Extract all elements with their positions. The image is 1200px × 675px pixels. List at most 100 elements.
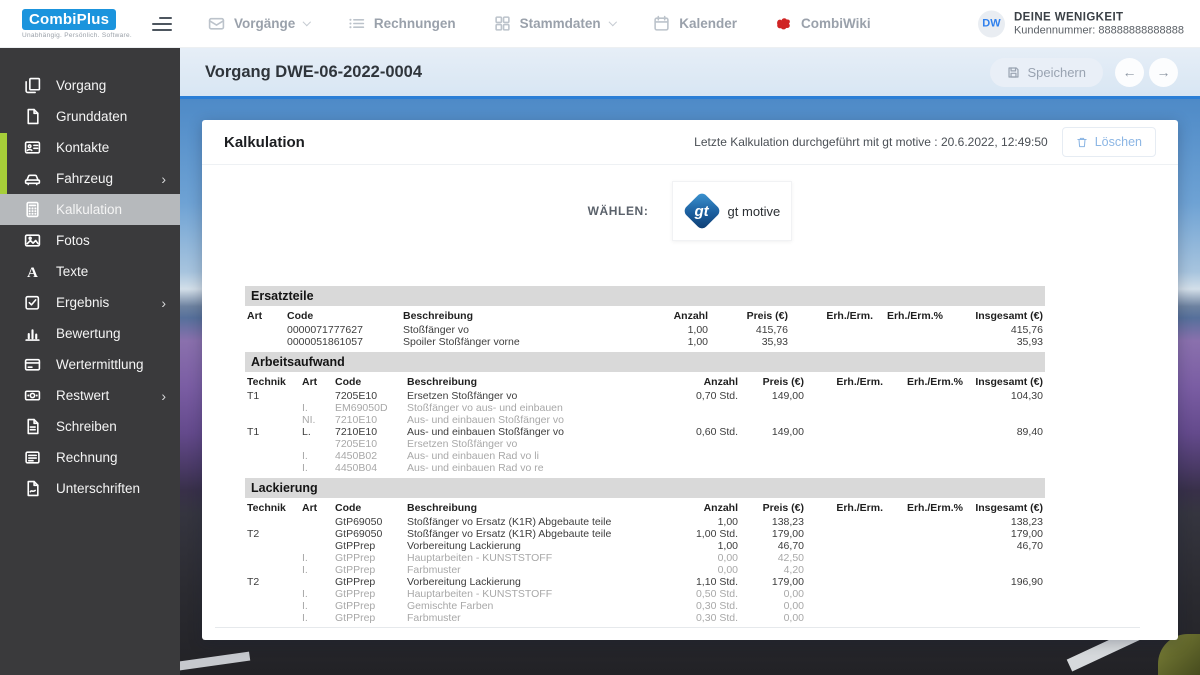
sidebar-item-label: Rechnung: [56, 450, 118, 465]
top-navbar: CombiPlus Unabhängig. Persönlich. Softwa…: [0, 0, 1200, 48]
table-cell: Stoßfänger vo Ersatz (K1R) Abgebaute tei…: [405, 528, 655, 540]
sidebar-item-kontakte[interactable]: Kontakte: [0, 132, 180, 163]
table-row: T17205E10Ersetzen Stoßfänger vo0,70 Std.…: [245, 390, 1045, 402]
user-menu[interactable]: DW DEINE WENIGKEIT Kundennummer: 8888888…: [978, 10, 1184, 37]
nav-item-kalender[interactable]: Kalender: [653, 15, 737, 32]
table-cell: [885, 450, 965, 462]
table-cell: [655, 402, 740, 414]
table-cell: 1,00: [655, 336, 710, 348]
panel-header: Kalkulation Letzte Kalkulation durchgefü…: [202, 120, 1178, 165]
nav-item-label: CombiWiki: [801, 16, 871, 31]
sidebar-item-fahrzeug[interactable]: Fahrzeug›: [0, 163, 180, 194]
nav-item-vorg-nge[interactable]: Vorgänge: [208, 15, 310, 32]
nav-item-label: Stammdaten: [520, 16, 601, 31]
sidebar-item-label: Kontakte: [56, 140, 109, 155]
table-cell: [655, 414, 740, 426]
menu-toggle-icon[interactable]: [152, 17, 172, 31]
table-cell: GtP69050: [333, 528, 405, 540]
nav-item-rechnungen[interactable]: Rechnungen: [348, 15, 456, 32]
column-header: Erh./Erm.%: [875, 309, 945, 324]
table-cell: [875, 324, 945, 336]
table-cell: [300, 576, 333, 588]
table-cell: [806, 528, 885, 540]
column-header: Art: [300, 501, 333, 516]
table-cell: [806, 414, 885, 426]
table-cell: Stoßfänger vo: [401, 324, 655, 336]
table-cell: [806, 588, 885, 600]
table-cell: [245, 600, 300, 612]
table-cell: 0,00: [740, 600, 806, 612]
table-cell: I.: [300, 588, 333, 600]
sidebar-item-kalkulation[interactable]: Kalkulation: [0, 194, 180, 225]
table-cell: [965, 588, 1045, 600]
table-cell: 1,10 Std.: [655, 576, 740, 588]
table-cell: [965, 564, 1045, 576]
sidebar-item-label: Kalkulation: [56, 202, 122, 217]
table-cell: Aus- und einbauen Rad vo re: [405, 462, 655, 474]
sidebar-item-schreiben[interactable]: Schreiben: [0, 411, 180, 442]
table-cell: [965, 600, 1045, 612]
app-logo-text: CombiPlus: [22, 9, 116, 30]
table-cell: Stoßfänger vo Ersatz (K1R) Abgebaute tei…: [405, 516, 655, 528]
divider: [215, 627, 1140, 628]
calc-table: TechnikArtCodeBeschreibungAnzahlPreis (€…: [245, 501, 1045, 624]
table-cell: Spoiler Stoßfänger vorne: [401, 336, 655, 348]
table-cell: 0,00: [655, 564, 740, 576]
table-cell: T1: [245, 390, 300, 402]
avatar: DW: [978, 10, 1005, 37]
table-cell: 179,00: [740, 576, 806, 588]
wallet-icon: [24, 356, 41, 373]
table-cell: T1: [245, 426, 300, 438]
table-cell: Farbmuster: [405, 564, 655, 576]
table-cell: Ersetzen Stoßfänger vo: [405, 390, 655, 402]
table-cell: [965, 552, 1045, 564]
table-cell: 149,00: [740, 426, 806, 438]
calculation-panel: Kalkulation Letzte Kalkulation durchgefü…: [202, 120, 1178, 640]
page-header: Vorgang DWE-06-2022-0004 Speichern ← →: [180, 48, 1200, 99]
table-cell: [245, 414, 300, 426]
table-cell: [245, 438, 300, 450]
prev-button[interactable]: ←: [1115, 58, 1144, 87]
table-cell: [300, 438, 333, 450]
road-marking: [172, 652, 250, 672]
copy-icon: [24, 77, 41, 94]
save-button[interactable]: Speichern: [990, 58, 1103, 87]
table-cell: [740, 462, 806, 474]
app-logo[interactable]: CombiPlus Unabhängig. Persönlich. Softwa…: [22, 9, 134, 39]
table-cell: 0,60 Std.: [655, 426, 740, 438]
section-title: Ersatzteile: [245, 286, 1045, 306]
table-row: 0000051861057Spoiler Stoßfänger vorne1,0…: [245, 336, 1045, 348]
app-tagline: Unabhängig. Persönlich. Software.: [22, 32, 134, 39]
table-cell: [885, 438, 965, 450]
next-button[interactable]: →: [1149, 58, 1178, 87]
provider-gt-motive[interactable]: gt gt motive: [672, 181, 792, 241]
sidebar-item-wertermittlung[interactable]: Wertermittlung: [0, 349, 180, 380]
table-cell: [806, 600, 885, 612]
table-cell: [885, 528, 965, 540]
column-header: Code: [333, 375, 405, 390]
table-row: T2GtPPrepVorbereitung Lackierung1,10 Std…: [245, 576, 1045, 588]
sidebar-item-fotos[interactable]: Fotos: [0, 225, 180, 256]
sidebar-item-rechnung[interactable]: Rechnung: [0, 442, 180, 473]
svg-text:A: A: [27, 265, 38, 280]
sidebar-item-unterschriften[interactable]: Unterschriften: [0, 473, 180, 504]
column-header: Erh./Erm.%: [885, 501, 965, 516]
table-cell: 138,23: [740, 516, 806, 528]
sidebar-item-bewertung[interactable]: Bewertung: [0, 318, 180, 349]
table-cell: GtP69050: [333, 516, 405, 528]
table-cell: 138,23: [965, 516, 1045, 528]
table-cell: [245, 612, 300, 624]
nav-item-stammdaten[interactable]: Stammdaten: [494, 15, 616, 32]
sidebar-item-vorgang[interactable]: Vorgang: [0, 70, 180, 101]
provider-chooser: WÄHLEN: gt gt motive: [202, 181, 1178, 241]
table-cell: [806, 450, 885, 462]
nav-item-label: Vorgänge: [234, 16, 295, 31]
sidebar-item-texte[interactable]: ATexte: [0, 256, 180, 287]
delete-button[interactable]: Löschen: [1062, 127, 1156, 157]
sidebar-item-grunddaten[interactable]: Grunddaten: [0, 101, 180, 132]
section-arbeitsaufwand: ArbeitsaufwandTechnikArtCodeBeschreibung…: [245, 352, 1045, 474]
sidebar-item-restwert[interactable]: Restwert›: [0, 380, 180, 411]
sidebar-item-ergebnis[interactable]: Ergebnis›: [0, 287, 180, 318]
table-cell: 179,00: [965, 528, 1045, 540]
nav-item-combiwiki[interactable]: CombiWiki: [775, 15, 871, 32]
